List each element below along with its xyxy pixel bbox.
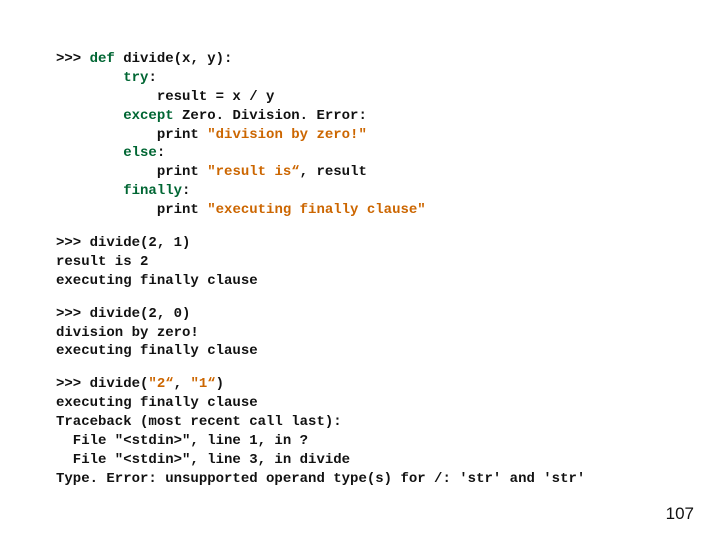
- slide-content: >>> def divide(x, y): try: result = x / …: [0, 0, 720, 489]
- repl-prompt: >>>: [56, 51, 90, 67]
- output-line: division by zero!: [56, 325, 199, 341]
- keyword-except: except: [123, 108, 182, 124]
- string-literal: "executing finally clause": [207, 202, 425, 218]
- error-line: Type. Error: unsupported operand type(s)…: [56, 471, 585, 487]
- repl-call: >>> divide(2, 1): [56, 235, 190, 251]
- traceback-header: Traceback (most recent call last):: [56, 414, 342, 430]
- output-block-3: >>> divide("2“, "1“) executing finally c…: [56, 375, 672, 488]
- indent: [56, 183, 123, 199]
- indent-print: print: [56, 164, 207, 180]
- string-literal: "division by zero!": [207, 127, 367, 143]
- keyword-finally: finally: [123, 183, 182, 199]
- colon: :: [157, 145, 165, 161]
- output-line: result is 2: [56, 254, 148, 270]
- repl-call: >>> divide(2, 0): [56, 306, 190, 322]
- print-args: , result: [300, 164, 367, 180]
- output-block-1: >>> divide(2, 1) result is 2 executing f…: [56, 234, 672, 291]
- output-line: executing finally clause: [56, 343, 258, 359]
- except-type: Zero. Division. Error:: [182, 108, 367, 124]
- colon: :: [148, 70, 156, 86]
- string-literal: "1“: [190, 376, 215, 392]
- string-literal: "result is“: [207, 164, 299, 180]
- indent: [56, 70, 123, 86]
- keyword-def: def: [90, 51, 115, 67]
- code-line: result = x / y: [56, 89, 274, 105]
- repl-call-part: ): [216, 376, 224, 392]
- keyword-try: try: [123, 70, 148, 86]
- traceback-line: File "<stdin>", line 3, in divide: [56, 452, 350, 468]
- repl-call-part: ,: [174, 376, 191, 392]
- output-line: executing finally clause: [56, 273, 258, 289]
- string-literal: "2“: [148, 376, 173, 392]
- output-block-2: >>> divide(2, 0) division by zero! execu…: [56, 305, 672, 362]
- page-number: 107: [666, 503, 694, 526]
- output-line: executing finally clause: [56, 395, 258, 411]
- indent: [56, 108, 123, 124]
- indent-print: print: [56, 127, 207, 143]
- colon: :: [182, 183, 190, 199]
- keyword-else: else: [123, 145, 157, 161]
- def-signature: divide(x, y):: [115, 51, 233, 67]
- code-definition-block: >>> def divide(x, y): try: result = x / …: [56, 50, 672, 220]
- repl-call-part: >>> divide(: [56, 376, 148, 392]
- traceback-line: File "<stdin>", line 1, in ?: [56, 433, 308, 449]
- indent: [56, 145, 123, 161]
- indent-print: print: [56, 202, 207, 218]
